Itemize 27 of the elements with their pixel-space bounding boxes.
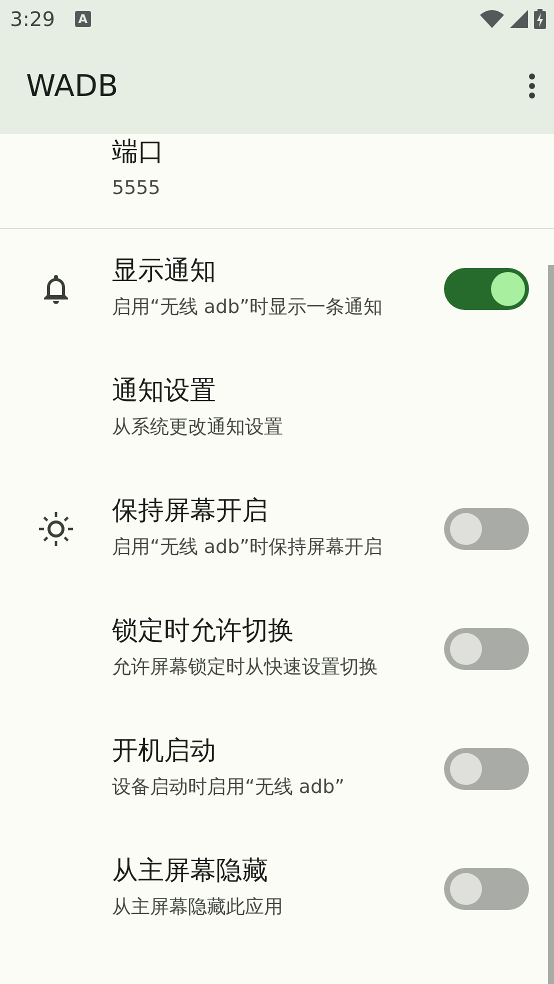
setting-summary: 设备启动时启用“无线 adb” [112, 775, 346, 800]
setting-title: 端口 [112, 136, 165, 169]
toggle-switch[interactable] [444, 868, 529, 910]
setting-value: 5555 [112, 176, 162, 201]
setting-title: 开机启动 [112, 735, 217, 768]
setting-title[interactable]: 通知设置 [112, 373, 402, 409]
app-title: WADB [26, 68, 120, 104]
setting-title: 从主屏幕隐藏 [112, 855, 269, 888]
status-time: 3:29 [10, 7, 55, 31]
setting-summary: 从系统更改通知设置 [112, 415, 284, 440]
setting-title: 锁定时允许切换 [112, 615, 295, 648]
wifi-icon [480, 10, 504, 28]
notification-icon: A [74, 11, 91, 27]
toggle-switch[interactable] [444, 268, 529, 310]
setting-title: 保持屏幕开启 [112, 495, 269, 528]
brightness-icon [38, 511, 74, 547]
battery-icon [534, 9, 546, 29]
setting-title: 显示通知 [112, 255, 217, 288]
setting-summary: 允许屏幕锁定时从快速设置切换 [112, 655, 379, 680]
toggle-switch[interactable] [444, 748, 529, 790]
setting-summary: 启用“无线 adb”时保持屏幕开启 [112, 535, 384, 560]
setting-summary: 启用“无线 adb”时显示一条通知 [112, 295, 384, 320]
bell-icon [42, 273, 70, 305]
signal-icon [510, 10, 528, 28]
toggle-switch[interactable] [444, 508, 529, 550]
toggle-switch[interactable] [444, 628, 529, 670]
setting-summary: 从主屏幕隐藏此应用 [112, 895, 284, 920]
